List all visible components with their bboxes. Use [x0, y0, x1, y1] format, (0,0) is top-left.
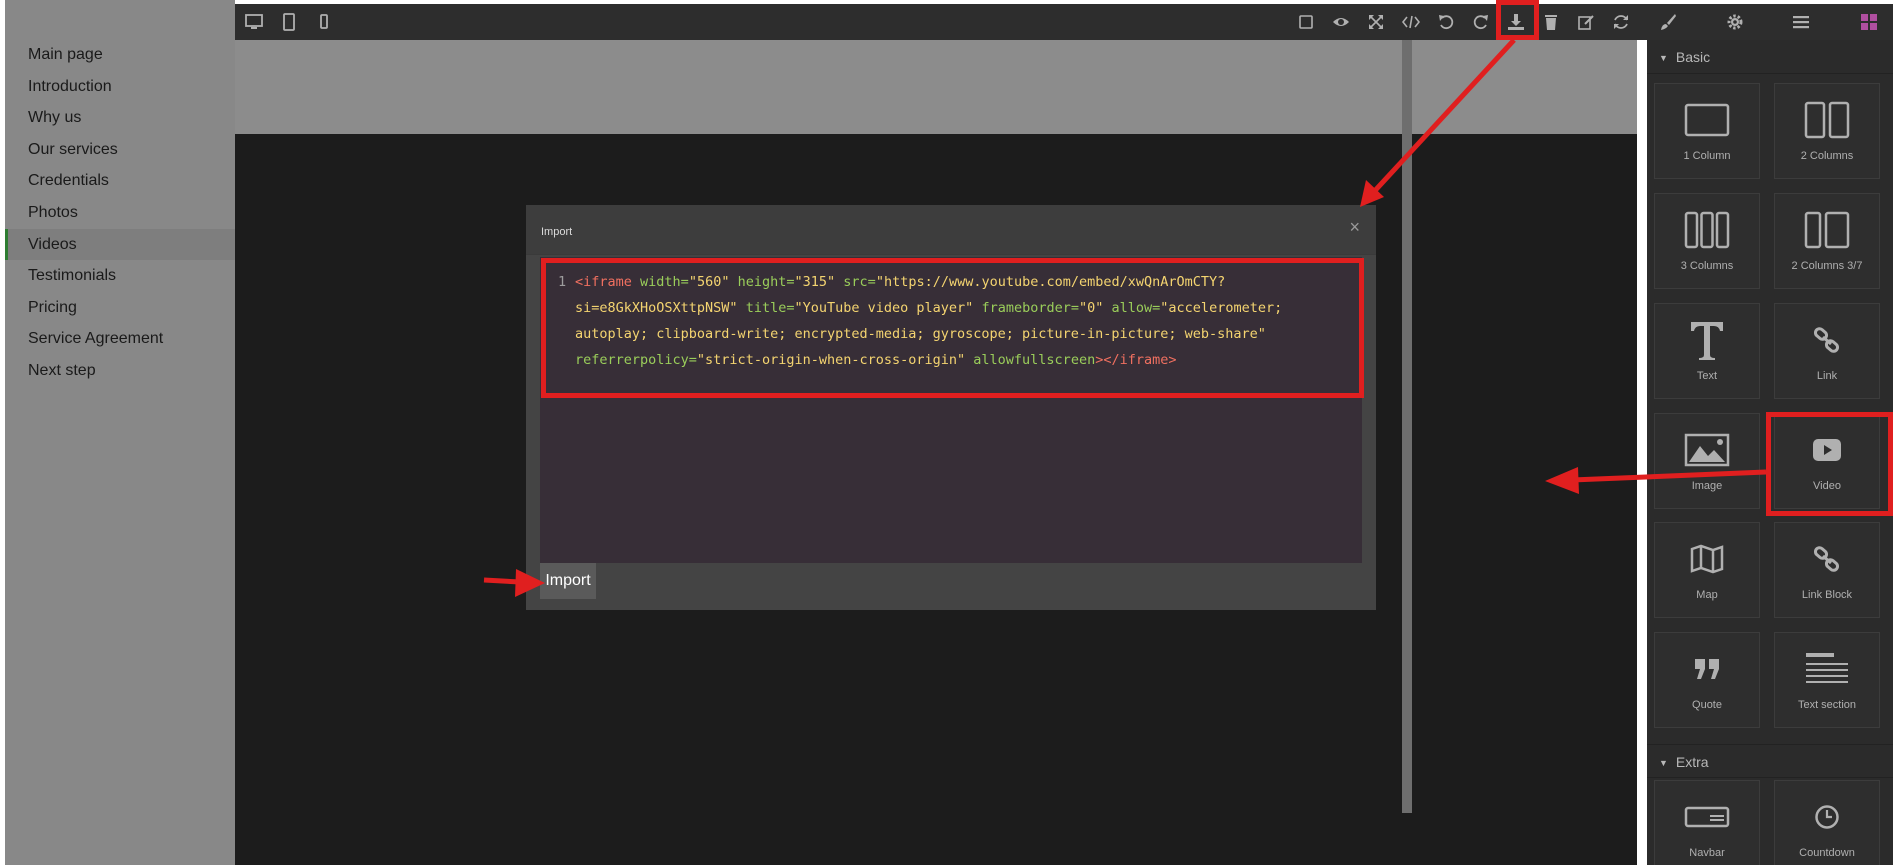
close-icon[interactable]: × [1349, 217, 1360, 238]
block-label: Navbar [1689, 847, 1725, 859]
gear-icon[interactable] [1723, 10, 1747, 34]
block-image[interactable]: Image [1654, 413, 1760, 509]
brush-icon[interactable] [1656, 10, 1680, 34]
annotation-box-download [1496, 0, 1539, 40]
block-3-columns[interactable]: 3 Columns [1654, 193, 1760, 289]
three-columns-icon [1655, 208, 1759, 252]
block-text[interactable]: Text [1654, 303, 1760, 399]
block-label: Link [1816, 370, 1838, 382]
block-label: 2 Columns [1800, 150, 1854, 162]
category-basic[interactable]: ▼ Basic [1647, 40, 1893, 74]
block-label: 3 Columns [1680, 260, 1734, 272]
refresh-icon[interactable] [1609, 10, 1633, 34]
block-1-column[interactable]: 1 Column [1654, 83, 1760, 179]
block-label: Countdown [1799, 847, 1855, 859]
canvas-scrollbar[interactable] [1402, 40, 1412, 813]
sidebar-item-service-agreement[interactable]: Service Agreement [5, 323, 235, 355]
grid-icon[interactable] [1857, 10, 1881, 34]
eye-icon[interactable] [1329, 10, 1353, 34]
map-icon [1655, 537, 1759, 581]
sidebar-item-introduction[interactable]: Introduction [5, 71, 235, 103]
navbar-icon [1655, 795, 1759, 839]
block-text-section[interactable]: Text section [1774, 632, 1880, 728]
sidebar-item-credentials[interactable]: Credentials [5, 165, 235, 197]
block-2-columns[interactable]: 2 Columns [1774, 83, 1880, 179]
link-block-icon [1775, 537, 1879, 581]
block-label: Map [1696, 589, 1718, 601]
sidebar-item-next-step[interactable]: Next step [5, 355, 235, 387]
sidebar-item-main-page[interactable]: Main page [5, 39, 235, 71]
annotation-box-code [541, 258, 1364, 398]
category-extra-title: Extra [1675, 754, 1709, 770]
undo-icon[interactable] [1434, 10, 1458, 34]
sidebar-item-videos[interactable]: Videos [5, 228, 235, 261]
annotation-box-video [1766, 412, 1893, 516]
sidebar-item-photos[interactable]: Photos [5, 197, 235, 229]
block-label: Quote [1692, 699, 1722, 711]
block-2-columns-3-7[interactable]: 2 Columns 3/7 [1774, 193, 1880, 289]
fullscreen-icon[interactable] [1364, 10, 1388, 34]
modal-header: Import × [526, 205, 1376, 255]
category-extra[interactable]: ▼ Extra [1647, 744, 1893, 778]
one-column-icon [1655, 98, 1759, 142]
block-label: 2 Columns 3/7 [1791, 260, 1863, 272]
text-icon [1655, 318, 1759, 362]
two-columns-37-icon [1775, 208, 1879, 252]
text-section-icon [1775, 647, 1879, 691]
block-quote[interactable]: Quote [1654, 632, 1760, 728]
block-countdown[interactable]: Countdown [1774, 780, 1880, 865]
block-map[interactable]: Map [1654, 522, 1760, 618]
menu-icon[interactable] [1789, 10, 1813, 34]
category-basic-title: Basic [1675, 49, 1711, 65]
canvas-header-band [235, 40, 1637, 134]
image-icon [1655, 428, 1759, 472]
sidebar-item-why-us[interactable]: Why us [5, 102, 235, 134]
import-button[interactable]: Import [540, 563, 596, 599]
sidebar-item-our-services[interactable]: Our services [5, 134, 235, 166]
block-label: Text [1696, 370, 1718, 382]
block-link[interactable]: Link [1774, 303, 1880, 399]
modal-title: Import [541, 226, 573, 238]
edit-icon[interactable] [1574, 10, 1598, 34]
link-icon [1775, 318, 1879, 362]
square-icon[interactable] [1294, 10, 1318, 34]
page-sidebar: Main page Introduction Why us Our servic… [5, 0, 235, 865]
editor-toolbar [235, 4, 1893, 40]
mobile-icon[interactable] [312, 10, 336, 34]
block-label: Image [1691, 480, 1723, 492]
countdown-icon [1775, 795, 1879, 839]
code-icon[interactable] [1399, 10, 1423, 34]
redo-icon[interactable] [1469, 10, 1493, 34]
block-label: Link Block [1801, 589, 1853, 601]
two-columns-icon [1775, 98, 1879, 142]
trash-icon[interactable] [1539, 10, 1563, 34]
block-navbar[interactable]: Navbar [1654, 780, 1760, 865]
sidebar-item-testimonials[interactable]: Testimonials [5, 260, 235, 292]
quote-icon [1655, 647, 1759, 691]
sidebar-item-pricing[interactable]: Pricing [5, 292, 235, 324]
desktop-icon[interactable] [242, 10, 266, 34]
block-link-block[interactable]: Link Block [1774, 522, 1880, 618]
tablet-icon[interactable] [277, 10, 301, 34]
block-label: 1 Column [1683, 150, 1731, 162]
block-label: Text section [1797, 699, 1857, 711]
